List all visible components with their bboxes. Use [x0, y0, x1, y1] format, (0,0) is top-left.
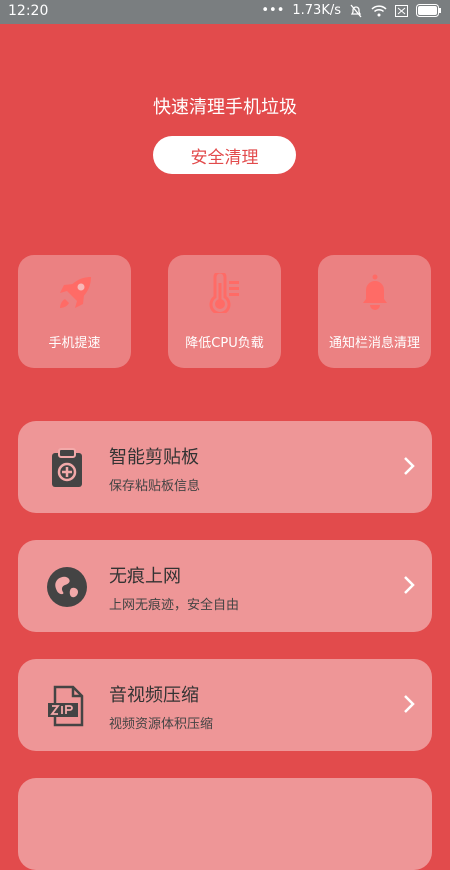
chevron-right-icon	[404, 695, 415, 713]
headline: 快速清理手机垃圾	[153, 97, 297, 118]
clipboard-add-icon	[52, 448, 82, 487]
card-subtitle: 视频资源体积压缩	[109, 717, 214, 732]
bell-icon	[362, 274, 387, 310]
status-right: ••• 1.73K/s	[261, 3, 442, 18]
card-title: 智能剪贴板	[109, 447, 199, 468]
chevron-right-icon	[404, 576, 415, 594]
thermometer-icon	[209, 273, 239, 313]
tile-notification-clean[interactable]: 通知栏消息清理	[318, 255, 431, 368]
card-private-browsing[interactable]: 无痕上网 上网无痕迹，安全自由	[18, 540, 432, 632]
card-subtitle: 上网无痕迹，安全自由	[109, 598, 240, 613]
wifi-icon	[371, 4, 387, 16]
card-partial-next[interactable]	[18, 778, 432, 870]
more-dots: •••	[261, 3, 285, 18]
zip-file-icon	[48, 685, 84, 727]
network-speed: 1.73K/s	[292, 3, 341, 18]
card-smart-clipboard[interactable]: 智能剪贴板 保存粘贴板信息	[18, 421, 432, 513]
status-bar: 12:20 ••• 1.73K/s	[0, 0, 450, 24]
tile-phone-speedup[interactable]: 手机提速	[18, 255, 131, 368]
sim-icon	[395, 4, 408, 17]
card-title: 音视频压缩	[109, 685, 199, 706]
battery-icon	[416, 4, 441, 17]
tile-label: 手机提速	[48, 336, 101, 351]
chevron-right-icon	[404, 457, 415, 475]
tile-reduce-cpu[interactable]: 降低CPU负载	[168, 255, 281, 368]
bell-mute-icon	[350, 4, 362, 17]
status-time: 12:20	[8, 3, 49, 19]
tile-label: 降低CPU负载	[185, 336, 264, 351]
tile-label: 通知栏消息清理	[328, 336, 420, 351]
card-av-compress[interactable]: 音视频压缩 视频资源体积压缩	[18, 659, 432, 751]
globe-icon	[47, 567, 87, 607]
card-subtitle: 保存粘贴板信息	[109, 479, 201, 494]
card-title: 无痕上网	[109, 566, 181, 587]
rocket-icon	[59, 277, 91, 308]
safe-clean-button[interactable]: 安全清理	[153, 136, 296, 174]
